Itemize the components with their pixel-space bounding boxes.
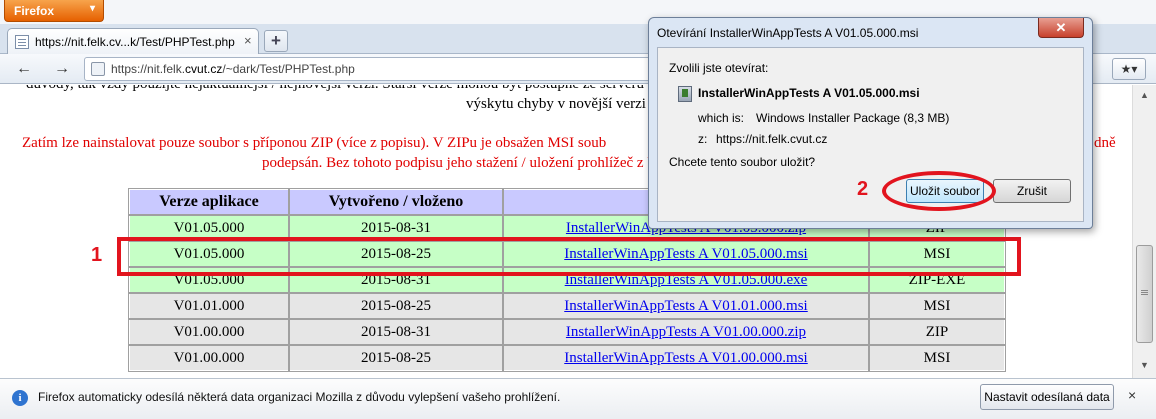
- notification-message: Firefox automaticky odesílá některá data…: [38, 390, 561, 404]
- url-suffix: /~dark/Test/PHPTest.php: [222, 62, 355, 76]
- url-domain: cvut.cz: [185, 62, 223, 76]
- download-link[interactable]: InstallerWinAppTests A V01.01.000.msi: [564, 298, 807, 314]
- header-created: Vytvořeno / vloženo: [288, 188, 504, 216]
- new-tab-button[interactable]: +: [264, 30, 288, 52]
- bookmarks-menu-button[interactable]: ★▾: [1112, 58, 1146, 80]
- table-row: V01.00.000 2015-08-25 InstallerWinAppTes…: [128, 344, 1006, 372]
- cell-version: V01.01.000: [128, 292, 290, 320]
- scroll-up-arrow-icon[interactable]: ▲: [1136, 87, 1153, 104]
- notification-bar: i Firefox automaticky odesílá některá da…: [0, 378, 1156, 419]
- cell-type: MSI: [868, 344, 1006, 372]
- download-link[interactable]: InstallerWinAppTests A V01.00.000.msi: [564, 350, 807, 366]
- table-row: V01.00.000 2015-08-31 InstallerWinAppTes…: [128, 318, 1006, 346]
- callout-highlight-save-button: [882, 171, 996, 211]
- cell-date: 2015-08-31: [288, 318, 504, 346]
- warning-line-1-end: dně: [1094, 135, 1116, 151]
- page-scrollbar[interactable]: ▲ ▼: [1132, 85, 1156, 378]
- scroll-thumb[interactable]: [1136, 245, 1153, 343]
- header-version: Verze aplikace: [128, 188, 290, 216]
- intro-line-2: výskytu chyby v novější verzi: [466, 96, 646, 112]
- tab-title: https://nit.felk.cv...k/Test/PHPTest.php: [35, 35, 235, 49]
- tab-active[interactable]: https://nit.felk.cv...k/Test/PHPTest.php…: [7, 28, 259, 54]
- which-is-label: which is:: [698, 111, 745, 125]
- warning-line-1: Zatím lze nainstalovat pouze soubor s př…: [22, 135, 607, 151]
- page-favicon-icon: [15, 35, 29, 49]
- from-label: z:: [698, 132, 708, 146]
- url-text: https://nit.felk.cvut.cz/~dark/Test/PHPT…: [111, 62, 355, 76]
- cell-type: ZIP: [868, 318, 1006, 346]
- warning-line-2: podepsán. Bez tohoto podpisu jeho stažen…: [262, 155, 655, 171]
- dialog-body: Zvolili jste otevírat: InstallerWinAppTe…: [657, 47, 1084, 222]
- download-dialog: Otevírání InstallerWinAppTests A V01.05.…: [648, 17, 1093, 229]
- cell-date: 2015-08-25: [288, 292, 504, 320]
- save-question: Chcete tento soubor uložit?: [669, 155, 816, 169]
- firefox-menu-label: Firefox: [14, 4, 55, 18]
- dialog-close-button[interactable]: ✕: [1038, 18, 1084, 38]
- intro-line-1: důvody, tak vždy použijte nejaktuálnější…: [26, 85, 644, 94]
- cell-type: MSI: [868, 292, 1006, 320]
- data-choices-button[interactable]: Nastavit odesílaná data: [980, 384, 1114, 410]
- forward-button[interactable]: →: [50, 58, 74, 80]
- callout-number-2: 2: [857, 178, 869, 200]
- back-button[interactable]: ←: [12, 58, 36, 80]
- chevron-down-icon: ▾: [89, 3, 95, 14]
- file-type-value: Windows Installer Package (8,3 MB): [756, 111, 950, 125]
- msi-file-icon: [678, 86, 692, 102]
- scroll-down-arrow-icon[interactable]: ▼: [1136, 357, 1153, 374]
- cell-date: 2015-08-25: [288, 344, 504, 372]
- dialog-title: Otevírání InstallerWinAppTests A V01.05.…: [657, 26, 919, 40]
- firefox-menu-button[interactable]: Firefox ▾: [4, 0, 104, 22]
- site-identity-icon[interactable]: [91, 62, 105, 76]
- url-bar[interactable]: https://nit.felk.cvut.cz/~dark/Test/PHPT…: [84, 57, 652, 81]
- tab-close-icon[interactable]: ×: [244, 33, 252, 48]
- notification-close-icon[interactable]: ×: [1128, 387, 1136, 403]
- url-prefix: https://nit.felk.: [111, 62, 186, 76]
- source-url-value: https://nit.felk.cvut.cz: [716, 132, 828, 146]
- cancel-button[interactable]: Zrušit: [993, 179, 1071, 203]
- info-icon: i: [12, 390, 28, 406]
- callout-number-1: 1: [91, 244, 103, 266]
- dialog-filename: InstallerWinAppTests A V01.05.000.msi: [698, 86, 920, 100]
- table-row: V01.01.000 2015-08-25 InstallerWinAppTes…: [128, 292, 1006, 320]
- cell-version: V01.00.000: [128, 344, 290, 372]
- callout-highlight-msi-row: [117, 237, 1021, 276]
- download-link[interactable]: InstallerWinAppTests A V01.00.000.zip: [566, 324, 806, 340]
- open-label: Zvolili jste otevírat:: [669, 61, 769, 75]
- cell-version: V01.00.000: [128, 318, 290, 346]
